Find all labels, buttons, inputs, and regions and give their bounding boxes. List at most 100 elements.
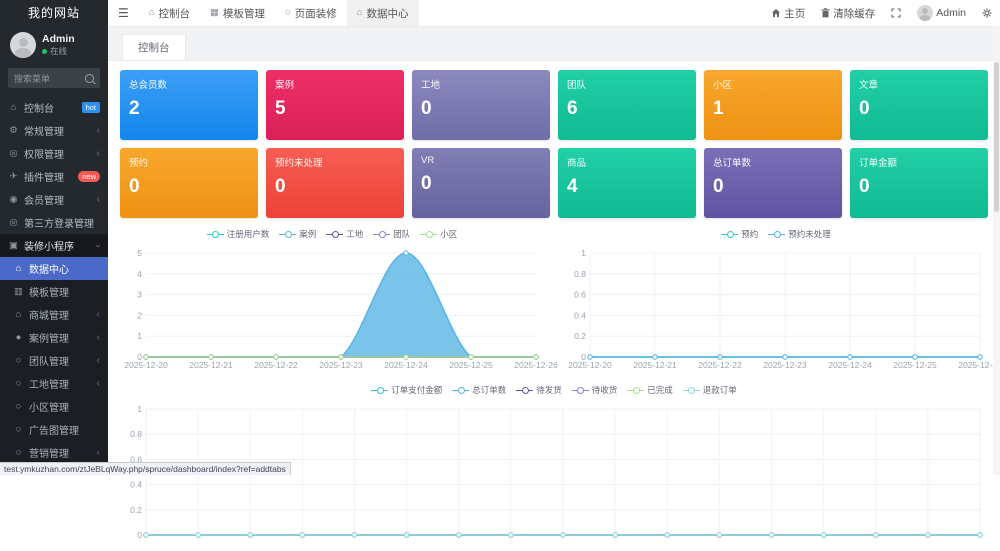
legend-marker-icon bbox=[516, 386, 533, 394]
legend-marker-icon bbox=[420, 230, 437, 238]
sidebar-user-panel: Admin 在线 bbox=[0, 25, 108, 63]
sidebar-item-community[interactable]: ○小区管理 bbox=[0, 395, 108, 418]
content-tab-band: 控制台 bbox=[108, 27, 1000, 61]
nav-right: 主页 清除缓存 Admin bbox=[763, 0, 1000, 26]
sidebar-item-mall[interactable]: ⌂商城管理‹ bbox=[0, 303, 108, 326]
nav-tab-data-center[interactable]: ⌂数据中心 bbox=[347, 0, 419, 26]
svg-text:1: 1 bbox=[137, 331, 142, 341]
online-dot-icon bbox=[42, 49, 47, 54]
stat-card-label: 团队 bbox=[567, 77, 687, 91]
svg-text:4: 4 bbox=[137, 269, 142, 279]
content-tab-console[interactable]: 控制台 bbox=[122, 34, 186, 60]
avatar[interactable] bbox=[10, 32, 36, 58]
sidebar-item-addon[interactable]: ✈插件管理new bbox=[0, 165, 108, 188]
nav-action-home[interactable]: 主页 bbox=[763, 0, 813, 26]
svg-text:2025-12-24: 2025-12-24 bbox=[828, 360, 872, 370]
scrollbar-thumb[interactable] bbox=[994, 62, 999, 212]
legend-item[interactable]: 注册用户数 bbox=[207, 228, 270, 240]
sidebar-item-general[interactable]: ⚙常规管理‹ bbox=[0, 119, 108, 142]
svg-text:2025-12-23: 2025-12-23 bbox=[319, 360, 363, 370]
svg-text:0.6: 0.6 bbox=[574, 290, 586, 300]
legend-item[interactable]: 订单支付金额 bbox=[371, 384, 442, 396]
grid-icon: ▦ bbox=[210, 8, 219, 18]
legend-label: 案例 bbox=[299, 228, 316, 240]
svg-text:0.2: 0.2 bbox=[574, 331, 586, 341]
stat-card-value: 0 bbox=[859, 99, 979, 118]
stat-card-6: 预约0 bbox=[120, 148, 258, 218]
sidebar-item-member[interactable]: ◉会员管理‹ bbox=[0, 188, 108, 211]
legend-item[interactable]: 预约 bbox=[721, 228, 758, 240]
svg-text:5: 5 bbox=[137, 248, 142, 258]
legend-item[interactable]: 案例 bbox=[279, 228, 316, 240]
legend-item[interactable]: 工地 bbox=[326, 228, 363, 240]
users-icon: ◎ bbox=[8, 218, 19, 228]
scrollbar-track[interactable] bbox=[993, 26, 1000, 475]
home-icon: ⌂ bbox=[8, 103, 19, 113]
sidebar-item-team[interactable]: ○团队管理‹ bbox=[0, 349, 108, 372]
nav-tab-decorate[interactable]: ○页面装修 bbox=[275, 0, 347, 26]
sidebar-item-label: 商城管理 bbox=[29, 307, 69, 322]
sidebar-item-mini-program[interactable]: ▣装修小程序‹ bbox=[0, 234, 108, 257]
nav-action-profile[interactable]: Admin bbox=[909, 0, 974, 26]
stat-card-label: 文章 bbox=[859, 77, 979, 91]
nav-action-settings[interactable] bbox=[974, 0, 1000, 26]
sidebar-item-worksite[interactable]: ○工地管理‹ bbox=[0, 372, 108, 395]
hamburger-icon[interactable]: ☰ bbox=[108, 6, 139, 20]
sidebar-item-console[interactable]: ⌂控制台hot bbox=[0, 96, 108, 119]
svg-text:2025-12-24: 2025-12-24 bbox=[384, 360, 428, 370]
svg-text:0.4: 0.4 bbox=[130, 480, 142, 490]
stat-card-7: 预约未处理0 bbox=[266, 148, 404, 218]
sidebar-item-third-login[interactable]: ◎ 第三方登录管理 bbox=[0, 211, 108, 234]
stat-card-value: 0 bbox=[129, 177, 249, 196]
sidebar-item-case[interactable]: ●案例管理‹ bbox=[0, 326, 108, 349]
nav-tab-label: 页面装修 bbox=[295, 6, 337, 21]
svg-text:0.8: 0.8 bbox=[130, 429, 142, 439]
stat-card-value: 0 bbox=[421, 99, 541, 118]
svg-text:0.4: 0.4 bbox=[574, 310, 586, 320]
stat-card-10: 总订单数0 bbox=[704, 148, 842, 218]
nav-tab-label: 模板管理 bbox=[223, 6, 265, 21]
stat-card-0: 总会员数2 bbox=[120, 70, 258, 140]
sidebar-item-ad-image[interactable]: ○广告图管理 bbox=[0, 418, 108, 441]
nav-tab-label: 控制台 bbox=[159, 6, 191, 21]
chevron-left-icon: ‹ bbox=[97, 379, 100, 389]
svg-text:2025-12-22: 2025-12-22 bbox=[254, 360, 298, 370]
legend-item[interactable]: 小区 bbox=[420, 228, 457, 240]
legend-item[interactable]: 已完成 bbox=[627, 384, 673, 396]
legend-marker-icon bbox=[627, 386, 644, 394]
chevron-left-icon: ‹ bbox=[97, 149, 100, 159]
user-icon: ◉ bbox=[8, 195, 19, 205]
legend-item[interactable]: 预约未处理 bbox=[768, 228, 831, 240]
legend-item[interactable]: 待发货 bbox=[516, 384, 562, 396]
stat-card-label: 小区 bbox=[713, 77, 833, 91]
sidebar-item-template[interactable]: ▥模板管理 bbox=[0, 280, 108, 303]
nav-tab-console[interactable]: ⌂控制台 bbox=[139, 0, 200, 26]
legend-item[interactable]: 退款订单 bbox=[683, 384, 737, 396]
sidebar-item-label: 第三方登录管理 bbox=[24, 215, 94, 230]
app-window: 我的网站 Admin 在线 搜索菜单 ⌂控制台hot⚙常规管理‹◎权限管理‹✈插… bbox=[0, 0, 1000, 475]
nav-action-label: 清除缓存 bbox=[833, 6, 875, 21]
sidebar-item-label: 团队管理 bbox=[29, 353, 69, 368]
stat-card-label: 工地 bbox=[421, 77, 541, 91]
nav-action-fullscreen[interactable] bbox=[883, 0, 909, 26]
legend-item[interactable]: 团队 bbox=[373, 228, 410, 240]
sidebar-item-auth[interactable]: ◎权限管理‹ bbox=[0, 142, 108, 165]
legend-label: 注册用户数 bbox=[227, 228, 270, 240]
sidebar-item-marketing[interactable]: ○营销管理‹ bbox=[0, 441, 108, 464]
legend-item[interactable]: 待收货 bbox=[572, 384, 618, 396]
legend-marker-icon bbox=[373, 230, 390, 238]
sidebar-item-label: 会员管理 bbox=[24, 192, 64, 207]
nav-action-clearcache[interactable]: 清除缓存 bbox=[813, 0, 883, 26]
nav-tab-template[interactable]: ▦ 模板管理 bbox=[200, 0, 275, 26]
stat-card-8: VR0 bbox=[412, 148, 550, 218]
sidebar-item-label: 装修小程序 bbox=[24, 238, 74, 253]
chevron-down-icon: ‹ bbox=[93, 244, 103, 247]
search-input[interactable]: 搜索菜单 bbox=[8, 68, 100, 88]
sidebar-item-data-center[interactable]: ⌂数据中心 bbox=[0, 257, 108, 280]
legend-item[interactable]: 总订单数 bbox=[452, 384, 506, 396]
sidebar: 我的网站 Admin 在线 搜索菜单 ⌂控制台hot⚙常规管理‹◎权限管理‹✈插… bbox=[0, 0, 108, 475]
circle-icon: ○ bbox=[13, 448, 24, 458]
circle-icon: ○ bbox=[13, 379, 24, 389]
stat-card-2: 工地 0 bbox=[412, 70, 550, 140]
chart-canvas: 00.20.40.60.81 bbox=[120, 401, 988, 551]
